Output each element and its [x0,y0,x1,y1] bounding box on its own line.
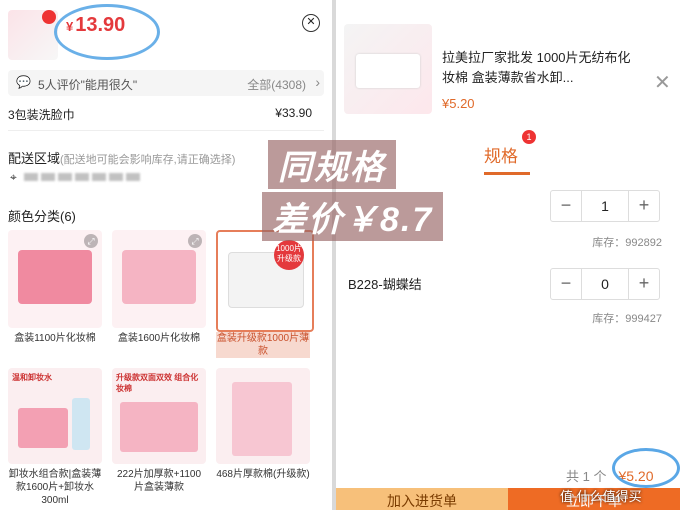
overlay-caption-line2: 差价￥8.7 [262,192,444,241]
quantity-value[interactable]: 0 [581,269,629,299]
quantity-stepper[interactable]: − 1 + [550,190,660,222]
chevron-right-icon: › [315,74,320,90]
watermark: 值 什么值得买 [560,489,642,504]
decrement-button[interactable]: − [551,191,582,221]
bundle-price: ¥33.90 [275,106,312,120]
quantity-stepper[interactable]: − 0 + [550,268,660,300]
color-option-card[interactable]: 468片厚款棉(升级款) [216,368,310,508]
color-option-card[interactable]: ⤢ 盒装1100片化妆棉 [8,230,102,356]
overlay-caption-line1: 同规格 [268,140,396,189]
add-to-cart-button[interactable]: 加入进货单 [336,488,508,510]
color-category-title: 颜色分类(6) [8,209,76,224]
product-price: ¥5.20 [442,96,475,111]
close-icon[interactable]: ✕ [302,14,320,32]
zoom-icon: ⤢ [188,234,202,248]
variant-name: B228-蝴蝶结 [348,277,422,292]
color-option-card[interactable]: ⤢ 盒装1600片化妆棉 [112,230,206,356]
annotation-circle [612,448,680,488]
review-text: 5人评价"能用很久" [38,78,138,92]
close-icon[interactable]: ✕ [654,70,671,95]
zoom-icon: ⤢ [84,234,98,248]
stock-count: 库存：999427 [592,313,662,325]
tab-underline [484,172,530,175]
bundle-row[interactable]: 3包装洗脸巾 ¥33.90 [8,106,324,123]
color-option-card[interactable]: 升级款双面双效 组合化妆棉 222片加厚款+1100片盒装薄款 [112,368,206,508]
bundle-label: 3包装洗脸巾 [8,108,75,122]
product-thumbnail [344,24,432,114]
shipping-title: 配送区域(配送地可能会影响库存,请正确选择) [8,151,236,166]
tab-spec[interactable]: 规格 [484,142,518,167]
annotation-circle [54,4,160,60]
color-option-card[interactable]: 温和卸妆水 卸妆水组合款|盒装薄款1600片+卸妆水300ml [8,368,102,508]
promo-badge: 1000片 升级款 [274,240,304,270]
color-option-card-selected[interactable]: 1000片 升级款 盒装升级款1000片薄款 [216,230,314,358]
product-thumbnail [8,10,58,60]
increment-button[interactable]: + [628,269,659,299]
location-pin-icon: ⌖ [10,170,17,184]
product-option-sheet-left: ¥13.90 ✕ 💬 5人评价"能用很久" 全部(4308) › 3包装洗脸巾 … [0,0,332,510]
stock-count: 库存：992892 [592,237,662,249]
tab-badge: 1 [522,130,536,144]
shipping-address[interactable]: ⌖ [10,170,143,185]
divider [8,130,324,131]
quantity-value[interactable]: 1 [581,191,629,221]
product-title: 拉美拉厂家批发 1000片无纺布化妆棉 盒装薄款省水卸... [442,50,631,85]
product-option-sheet-right: 拉美拉厂家批发 1000片无纺布化妆棉 盒装薄款省水卸... ¥5.20 ✕ 规… [336,0,680,510]
review-count: 全部(4308) [247,78,306,92]
review-summary-bar[interactable]: 💬 5人评价"能用很久" 全部(4308) › [8,70,324,96]
decrement-button[interactable]: − [551,269,582,299]
comment-icon: 💬 [16,75,31,89]
increment-button[interactable]: + [628,191,659,221]
